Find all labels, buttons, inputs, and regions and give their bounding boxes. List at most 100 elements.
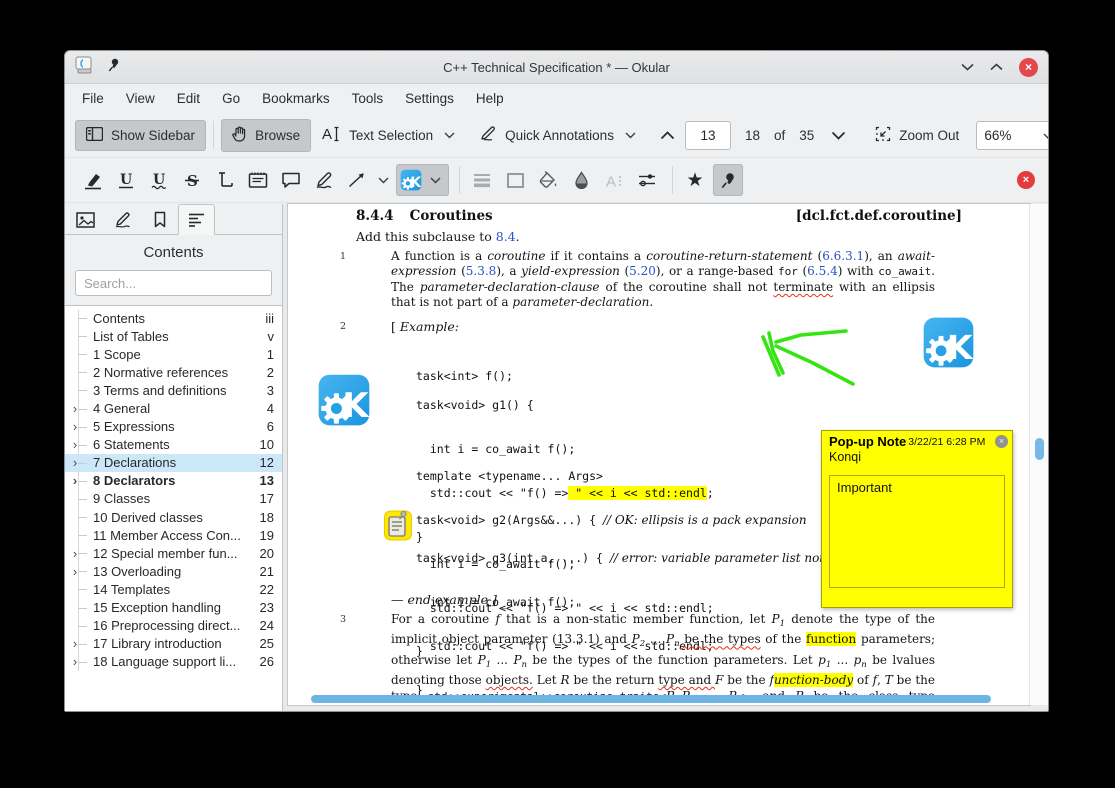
quick-annotations-button[interactable]: Quick Annotations [469, 119, 650, 151]
toc-item[interactable]: 1 Scope 1 [65, 345, 282, 363]
toc-item[interactable]: › 4 General 4 [65, 399, 282, 417]
menu-bookmarks[interactable]: Bookmarks [251, 86, 341, 111]
shape-outline-icon[interactable] [500, 164, 530, 196]
toc-item[interactable]: › 17 Library introduction 25 [65, 635, 282, 653]
arrow-tool-icon[interactable] [342, 164, 372, 196]
stamp-tool-group[interactable] [396, 164, 449, 196]
freehand-ink-tool-icon[interactable] [309, 164, 339, 196]
strikeout-tool-icon[interactable]: S [177, 164, 207, 196]
line-width-icon[interactable] [467, 164, 497, 196]
toc-item[interactable]: 16 Preprocessing direct... 24 [65, 617, 282, 635]
page-number-input[interactable] [684, 120, 731, 150]
previous-page-icon[interactable] [650, 130, 685, 140]
chevron-down-icon[interactable] [622, 132, 639, 139]
popup-note-tool-icon[interactable] [276, 164, 306, 196]
example-open: [ Example: [391, 319, 459, 334]
opacity-droplet-icon[interactable] [566, 164, 596, 196]
inline-note-tool-icon[interactable] [243, 164, 273, 196]
slider-settings-icon[interactable] [632, 164, 662, 196]
tab-bookmarks[interactable] [141, 204, 178, 235]
pin-icon[interactable] [107, 58, 120, 77]
menu-view[interactable]: View [115, 86, 166, 111]
stamp-tool-chevron-icon[interactable] [426, 177, 449, 184]
horizontal-scrollbar-thumb[interactable] [311, 695, 991, 703]
menu-go[interactable]: Go [211, 86, 251, 111]
popup-note-close-button[interactable]: × [995, 435, 1008, 448]
zoom-level-combobox[interactable]: 66% [976, 120, 1048, 150]
vertical-scrollbar-thumb[interactable] [1035, 438, 1044, 460]
menu-settings[interactable]: Settings [394, 86, 465, 111]
next-page-icon[interactable] [821, 131, 856, 140]
popup-note-window[interactable]: Pop-up Note 3/22/21 6:28 PM × Konqi Impo… [821, 430, 1013, 608]
green-ink-annotation[interactable] [748, 318, 868, 394]
toc-item[interactable]: 11 Member Access Con... 19 [65, 526, 282, 544]
popup-note-text[interactable]: Important [829, 475, 1005, 588]
underline-tool-icon[interactable]: U [111, 164, 141, 196]
toc-item[interactable]: › 13 Overloading 21 [65, 562, 282, 580]
note-anchor-icon[interactable] [384, 508, 412, 541]
sidebar-title: Contents [143, 244, 204, 261]
kde-logo-stamp-annotation[interactable] [316, 373, 372, 427]
toc-item[interactable]: 14 Templates 22 [65, 580, 282, 598]
toc-item[interactable]: › 6 Statements 10 [65, 436, 282, 454]
okular-window: C++ Technical Specification * — Okular ×… [64, 50, 1049, 712]
window-shade-down-icon[interactable] [961, 63, 974, 71]
menu-edit[interactable]: Edit [166, 86, 211, 111]
toc-item[interactable]: 2 Normative references 2 [65, 363, 282, 381]
svg-text:U: U [120, 172, 132, 188]
toc-item-selected[interactable]: › 7 Declarations 12 [65, 453, 282, 472]
toc-item[interactable]: 9 Classes 17 [65, 490, 282, 508]
vertical-scrollbar[interactable] [1029, 204, 1048, 705]
bookmarks-icon [154, 211, 165, 228]
kde-logo-stamp-annotation[interactable] [920, 316, 977, 369]
page-actual: 18 [744, 127, 760, 143]
favorite-star-icon[interactable]: ★ [680, 164, 710, 196]
window-close-button[interactable]: × [1019, 57, 1038, 77]
tab-annotations[interactable] [104, 204, 141, 235]
squiggle-tool-icon[interactable]: U [144, 164, 174, 196]
toc-item[interactable]: › 5 Expressions 6 [65, 418, 282, 436]
desktop-background: K C++ Technical Specification * — Okular [0, 0, 1115, 788]
tab-thumbnails[interactable] [67, 204, 104, 235]
sidebar-toggle-icon [85, 126, 104, 144]
toc-item[interactable]: › 12 Special member fun... 20 [65, 544, 282, 562]
sidebar: Contents Contentsiii List of Tablesv 1 S… [65, 204, 283, 711]
titlebar[interactable]: C++ Technical Specification * — Okular × [65, 51, 1048, 84]
show-sidebar-button[interactable]: Show Sidebar [75, 119, 207, 151]
svg-text:A: A [322, 126, 332, 142]
paragraph-number: 2 [340, 321, 347, 332]
toolbar-separator [672, 166, 673, 194]
toc-item[interactable]: Contents iii [65, 309, 282, 327]
chevron-down-icon[interactable] [441, 132, 458, 139]
arrow-tool-chevron-icon[interactable] [375, 177, 392, 184]
annotation-toolbar-close-button[interactable]: × [1017, 171, 1035, 189]
toc-item[interactable]: 15 Exception handling 23 [65, 599, 282, 617]
menu-tools[interactable]: Tools [341, 86, 395, 111]
browse-tool-button[interactable]: Browse [221, 118, 312, 152]
zoom-out-icon [875, 126, 891, 145]
typewriter-tool-icon[interactable] [210, 164, 240, 196]
search-input[interactable] [75, 270, 272, 296]
toc-item[interactable]: › 18 Language support li... 26 [65, 653, 282, 671]
expander-icon: › [72, 401, 78, 417]
toc-item[interactable]: 3 Terms and definitions 3 [65, 381, 282, 399]
pin-toolbar-icon[interactable] [713, 164, 743, 196]
window-maximize-icon[interactable] [990, 63, 1003, 71]
fill-color-bucket-icon[interactable] [533, 164, 563, 196]
toc-item[interactable]: 10 Derived classes 18 [65, 508, 282, 526]
zoom-out-button[interactable]: Zoom Out [864, 119, 970, 152]
highlighter-tool-icon[interactable] [78, 164, 108, 196]
menu-file[interactable]: File [71, 86, 115, 111]
toc-item-current[interactable]: › 8 Declarators 13 [65, 472, 282, 490]
section-heading: 8.4.4 Coroutines [356, 208, 493, 224]
popup-note-author: Konqi [829, 450, 861, 464]
toc-item[interactable]: List of Tables v [65, 327, 282, 345]
expander-icon: › [72, 545, 78, 561]
font-settings-icon[interactable]: A [599, 164, 629, 196]
chevron-down-icon [1043, 128, 1048, 143]
menu-help[interactable]: Help [465, 86, 515, 111]
tab-contents[interactable] [178, 204, 215, 235]
kde-stamp-tool-icon[interactable] [396, 164, 426, 196]
end-example: — end example ] [391, 592, 497, 607]
text-selection-button[interactable]: A Text Selection [311, 119, 469, 152]
